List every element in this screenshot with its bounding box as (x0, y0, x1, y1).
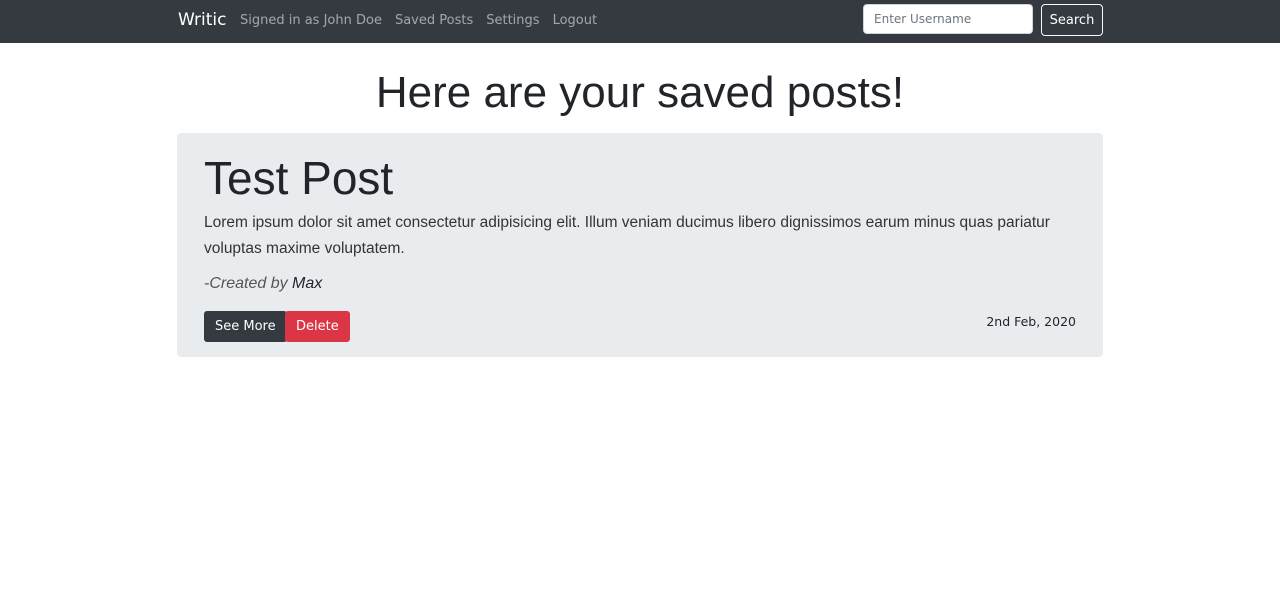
post-author-line: -Created by Max (204, 275, 322, 293)
page-title: Here are your saved posts! (375, 68, 905, 117)
post-author: Max (292, 275, 323, 292)
nav-logout[interactable]: Logout (553, 13, 598, 28)
delete-button[interactable]: Delete (285, 311, 350, 342)
see-more-button[interactable]: See More (204, 311, 287, 342)
brand-logo[interactable]: Writic (178, 10, 227, 30)
nav-settings[interactable]: Settings (486, 13, 539, 28)
nav-signed-in[interactable]: Signed in as John Doe (240, 13, 382, 28)
nav-saved-posts[interactable]: Saved Posts (395, 13, 473, 28)
post-title: Test Post (204, 152, 394, 204)
post-date: 2nd Feb, 2020 (986, 314, 1076, 329)
post-body: Lorem ipsum dolor sit amet consectetur a… (204, 214, 1050, 257)
username-search-input[interactable] (863, 4, 1033, 34)
nav-links: Signed in as John Doe Saved Posts Settin… (240, 13, 597, 28)
navbar: Writic Signed in as John Doe Saved Posts… (0, 0, 1280, 43)
post-card: Test Post Lorem ipsum dolor sit amet con… (177, 133, 1103, 357)
created-by-label: -Created by (204, 275, 293, 292)
search-button[interactable]: Search (1041, 4, 1103, 36)
